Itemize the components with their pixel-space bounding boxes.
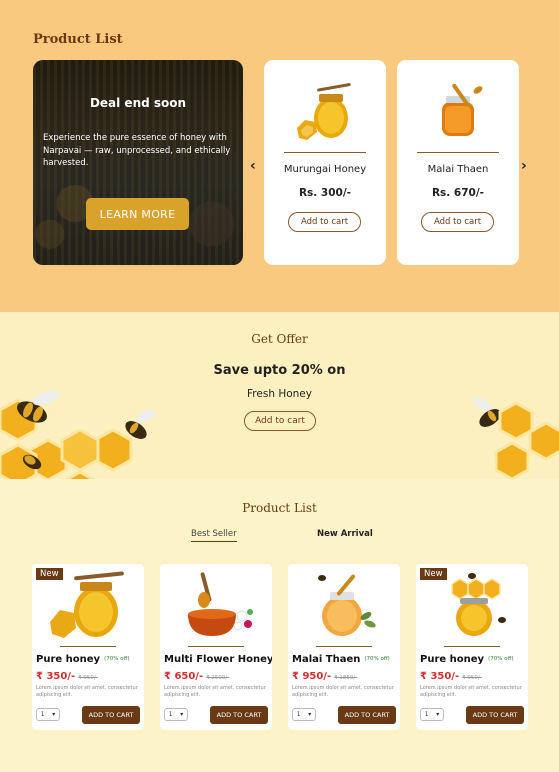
product-card[interactable]: New Pure honey (70% off) ₹ 350/- ₹ 950/- L… xyxy=(416,564,528,730)
section-title: Product List xyxy=(242,501,317,515)
product-price: ₹ 350/- xyxy=(420,671,460,682)
quantity-select[interactable]: 1 ▾ xyxy=(36,708,60,721)
quantity-select[interactable]: 1 ▾ xyxy=(164,708,188,721)
product-price: ₹ 950/- xyxy=(292,671,332,682)
tab-best-seller[interactable]: Best Seller xyxy=(191,529,237,542)
quantity-select[interactable]: 1 ▾ xyxy=(420,708,444,721)
product-description: Lorem ipsum dolor sit amet, consectetur … xyxy=(36,685,138,698)
chevron-down-icon: ▾ xyxy=(308,711,312,718)
discount-label: (70% off) xyxy=(488,656,514,662)
chevron-left-icon[interactable]: ‹ xyxy=(250,158,256,174)
product-name: Pure honey xyxy=(36,654,101,665)
honey-jar-image xyxy=(50,571,124,638)
new-badge: New xyxy=(420,568,447,580)
discount-label: (70% off) xyxy=(364,656,390,662)
honey-jar-image xyxy=(297,83,351,140)
add-to-cart-button[interactable]: ADD TO CART xyxy=(466,706,524,724)
deal-text: Experience the pure essence of honey wit… xyxy=(43,133,231,168)
discount-label: (70% off) xyxy=(104,656,130,662)
new-badge: New xyxy=(36,568,63,580)
chevron-down-icon: ▾ xyxy=(52,711,56,718)
product-description: Lorem ipsum dolor sit amet, consectetur … xyxy=(164,685,266,698)
product-card[interactable]: Malai Thaen Rs. 670/- Add to cart xyxy=(397,60,519,265)
chevron-down-icon: ▾ xyxy=(180,711,184,718)
offer-title: Get Offer xyxy=(251,332,308,346)
section-title: Product List xyxy=(33,32,123,47)
old-price: ₹ 2500/- xyxy=(206,675,230,681)
honey-jar-image xyxy=(442,83,483,136)
learn-more-button[interactable]: LEARN MORE xyxy=(86,198,189,230)
product-price: ₹ 650/- xyxy=(164,671,204,682)
product-price: Rs. 670/- xyxy=(431,187,485,199)
honey-bowl-image xyxy=(188,572,253,636)
product-list-section: Product List Best Seller New Arrival New… xyxy=(0,479,559,772)
deal-heading: Deal end soon xyxy=(89,96,187,110)
product-price: Rs. 300/- xyxy=(298,187,352,199)
offer-headline: Save upto 20% on xyxy=(213,363,346,378)
honeycomb-image xyxy=(494,402,559,479)
featured-section: Product List Deal end soon Experience th… xyxy=(0,0,559,312)
product-name: Pure honey xyxy=(420,654,485,665)
honey-jar-image xyxy=(451,573,506,636)
chevron-right-icon[interactable]: › xyxy=(521,158,527,174)
deal-banner: Deal end soon Experience the pure essenc… xyxy=(33,60,243,265)
bee-icon xyxy=(125,409,156,439)
product-card[interactable]: Murungai Honey Rs. 300/- Add to cart xyxy=(264,60,386,265)
product-name: Multi Flower Honey xyxy=(164,654,272,665)
chevron-down-icon: ▾ xyxy=(436,711,440,718)
add-to-cart-button[interactable]: ADD TO CART xyxy=(210,706,268,724)
offer-add-to-cart-button[interactable]: Add to cart xyxy=(244,411,316,431)
product-card[interactable]: Malai Thaen (70% off) ₹ 950/- ₹ 1850/- Lor… xyxy=(288,564,400,730)
product-name: Malai Thaen xyxy=(292,654,361,665)
quantity-select[interactable]: 1 ▾ xyxy=(292,708,316,721)
product-description: Lorem ipsum dolor sit amet, consectetur … xyxy=(420,685,522,698)
product-name: Murungai Honey xyxy=(283,164,367,175)
add-to-cart-button[interactable]: ADD TO CART xyxy=(82,706,140,724)
tab-new-arrival[interactable]: New Arrival xyxy=(317,529,373,539)
old-price: ₹ 950/- xyxy=(78,675,98,681)
product-description: Lorem ipsum dolor sit amet, consectetur … xyxy=(292,685,394,698)
product-card[interactable]: Multi Flower Honey ₹ 650/- ₹ 2500/- Lorem… xyxy=(160,564,272,730)
product-card[interactable]: New Pure honey (70% off) ₹ 350/- ₹ 950/- L… xyxy=(32,564,144,730)
old-price: ₹ 950/- xyxy=(462,675,482,681)
add-to-cart-button[interactable]: Add to cart xyxy=(288,212,361,232)
offer-section: Get Offer Save upto 20% on Fresh Honey A… xyxy=(0,312,559,479)
honey-jar-image xyxy=(318,574,376,636)
product-name: Malai Thaen xyxy=(427,164,489,175)
add-to-cart-button[interactable]: ADD TO CART xyxy=(338,706,396,724)
add-to-cart-button[interactable]: Add to cart xyxy=(421,212,494,232)
old-price: ₹ 1850/- xyxy=(334,675,358,681)
product-price: ₹ 350/- xyxy=(36,671,76,682)
